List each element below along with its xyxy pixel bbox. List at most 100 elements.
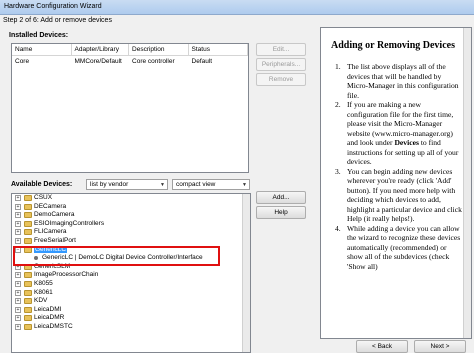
chevron-down-icon: ▼ xyxy=(242,182,247,188)
tree-item-label: K8055 xyxy=(34,279,53,287)
available-devices-label: Available Devices: xyxy=(11,181,73,188)
tree-scrollbar[interactable] xyxy=(242,194,250,352)
help-item-text: You can begin adding new devices whereve… xyxy=(347,166,462,224)
table-header: Name Adapter/Library Description Status xyxy=(12,44,249,56)
devices-link[interactable]: Devices xyxy=(394,138,418,147)
help-item: 3. You can begin adding new devices wher… xyxy=(335,167,463,224)
tree-folder-item[interactable]: + DECamera xyxy=(12,203,250,212)
tree-item-label: CSUX xyxy=(34,194,53,201)
help-panel: Adding or Removing Devices 1. The list a… xyxy=(320,27,472,339)
annotation-highlight-box xyxy=(13,246,220,266)
tree-item-label: FLICamera xyxy=(34,228,67,236)
help-item: 1. The list above displays all of the de… xyxy=(335,62,463,100)
help-button[interactable]: Help xyxy=(256,206,306,219)
cell-status: Default xyxy=(191,57,213,65)
tree-folder-item[interactable]: + DemoCamera xyxy=(12,211,250,220)
expand-icon[interactable]: + xyxy=(15,280,21,287)
column-header-description[interactable]: Description xyxy=(129,44,189,55)
tree-folder-item[interactable]: + CSUX xyxy=(12,194,250,203)
tree-folder-item[interactable]: + ESIOImagingControllers xyxy=(12,220,250,229)
folder-icon xyxy=(24,229,32,236)
installed-devices-label: Installed Devices: xyxy=(9,32,69,39)
column-header-name[interactable]: Name xyxy=(12,44,72,55)
expand-icon[interactable]: + xyxy=(15,272,21,279)
column-header-adapter[interactable]: Adapter/Library xyxy=(72,44,130,55)
expand-icon[interactable]: + xyxy=(15,229,21,236)
edit-button[interactable]: Edit... xyxy=(256,43,306,56)
peripherals-button[interactable]: Peripherals... xyxy=(256,58,306,71)
tree-item-label: ImageProcessorChain xyxy=(34,271,99,279)
title-bar: Hardware Configuration Wizard xyxy=(0,0,474,15)
help-item-text: While adding a device you can allow the … xyxy=(347,223,461,271)
help-list: 1. The list above displays all of the de… xyxy=(335,62,463,271)
help-item-number: 1. xyxy=(335,62,341,71)
folder-icon xyxy=(24,306,32,313)
folder-icon xyxy=(24,212,32,219)
tree-folder-item[interactable]: + K8061 xyxy=(12,289,250,298)
tree-folder-item[interactable]: + K8055 xyxy=(12,280,250,289)
folder-icon xyxy=(24,237,32,244)
folder-icon xyxy=(24,289,32,296)
expand-icon[interactable]: + xyxy=(15,220,21,227)
expand-icon[interactable]: + xyxy=(15,237,21,244)
expand-icon[interactable]: + xyxy=(15,212,21,219)
view-combo[interactable]: compact view ▼ xyxy=(172,179,250,190)
tree-item-label: DemoCamera xyxy=(34,211,75,219)
folder-icon xyxy=(24,323,32,330)
expand-icon[interactable]: + xyxy=(15,315,21,322)
available-devices-tree[interactable]: + CSUX + DECamera + DemoCamera + ESIOImagingCon… xyxy=(11,193,251,353)
cell-adapter: MMCore/Default xyxy=(74,57,122,65)
back-button[interactable]: < Back xyxy=(356,340,408,353)
cell-name: Core xyxy=(15,57,30,65)
expand-icon[interactable]: + xyxy=(15,203,21,210)
view-combo-value: compact view xyxy=(176,181,216,188)
tree-item-label: KDV xyxy=(34,297,48,305)
remove-button[interactable]: Remove xyxy=(256,73,306,86)
help-item-number: 3. xyxy=(335,166,341,176)
folder-icon xyxy=(24,195,32,201)
table-row[interactable]: Core MMCore/Default Core controller Defa… xyxy=(12,56,248,67)
tree-item-label: DECamera xyxy=(34,202,67,210)
folder-icon xyxy=(24,315,32,322)
tree-item-label: ESIOImagingControllers xyxy=(34,219,105,227)
column-header-status[interactable]: Status xyxy=(189,44,249,55)
chevron-down-icon: ▼ xyxy=(160,182,165,188)
help-item-text: The list above displays all of the devic… xyxy=(347,62,459,100)
tree-folder-item[interactable]: + KDV xyxy=(12,297,250,306)
tree-item-label: FreeSerialPort xyxy=(34,236,76,244)
help-scrollbar[interactable] xyxy=(463,28,471,338)
folder-icon xyxy=(24,203,32,210)
expand-icon[interactable]: + xyxy=(15,298,21,305)
tree-folder-item[interactable]: + LeicaDMI xyxy=(12,306,250,315)
add-button[interactable]: Add... xyxy=(256,191,306,204)
tree-item-label: LeicaDMSTC xyxy=(34,322,73,330)
tree-item-label: LeicaDMR xyxy=(34,314,65,322)
expand-icon[interactable]: + xyxy=(15,323,21,330)
tree-folder-item[interactable]: + LeicaDMSTC xyxy=(12,323,250,332)
folder-icon xyxy=(24,220,32,227)
tree-item-label: LeicaDMI xyxy=(34,305,62,313)
installed-devices-table[interactable]: Name Adapter/Library Description Status … xyxy=(11,43,249,173)
step-label: Step 2 of 6: Add or remove devices xyxy=(3,17,112,24)
next-button[interactable]: Next > xyxy=(414,340,466,353)
expand-icon[interactable]: + xyxy=(15,306,21,313)
help-item: 4. While adding a device you can allow t… xyxy=(335,224,463,272)
help-item: 2. If you are making a new configuration… xyxy=(335,100,463,167)
tree-folder-item[interactable]: + FLICamera xyxy=(12,228,250,237)
expand-icon[interactable]: + xyxy=(15,289,21,296)
window-title: Hardware Configuration Wizard xyxy=(4,3,102,10)
tree-folder-item[interactable]: + ImageProcessorChain xyxy=(12,271,250,280)
folder-icon xyxy=(24,280,32,287)
cell-description: Core controller xyxy=(132,57,175,65)
help-item-number: 2. xyxy=(335,100,341,109)
tree-folder-item[interactable]: + LeicaDMR xyxy=(12,314,250,323)
folder-icon xyxy=(24,298,32,305)
sort-combo-value: list by vendor xyxy=(90,181,129,188)
tree-folder-item[interactable]: + FreeSerialPort xyxy=(12,237,250,246)
expand-icon[interactable]: + xyxy=(15,195,21,201)
help-title: Adding or Removing Devices xyxy=(331,40,455,51)
tree-item-label: K8061 xyxy=(34,288,53,296)
folder-icon xyxy=(24,272,32,279)
sort-combo[interactable]: list by vendor ▼ xyxy=(86,179,168,190)
help-item-number: 4. xyxy=(335,223,341,233)
